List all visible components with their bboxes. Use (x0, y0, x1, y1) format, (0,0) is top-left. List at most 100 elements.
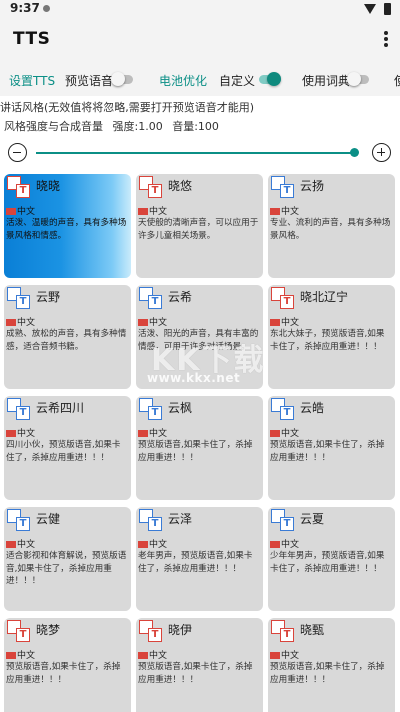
voice-description: 少年年男声，预览版语音,如果卡住了，杀掉应用重进！！！ (270, 551, 385, 574)
china-flag-icon (138, 541, 148, 548)
voice-language: 中文 (6, 426, 35, 439)
voice-grid: T 晓晓 中文 活泼、温暖的声音，具有多种场景风格和情感。 T 晓悠 中文 天使般的清晰声音，… (0, 174, 400, 712)
increase-icon[interactable] (372, 143, 391, 162)
voice-language-label: 中文 (149, 651, 168, 661)
voice-card[interactable]: T 云健中文 适合影视和体育解说，预览版语音,如果卡住了，杀掉应用重进！！！ (4, 507, 131, 611)
china-flag-icon (6, 430, 16, 437)
voice-description: 老年男声，预览版语音,如果卡住了，杀掉应用重进！！！ (138, 551, 253, 574)
voice-name: 晓甄 (300, 623, 325, 637)
voice-card[interactable]: T 云枫 中文 预览版语音,如果卡住了，杀掉应用重进！！！ (136, 396, 263, 500)
preview-voice-switch[interactable] (111, 72, 133, 86)
voice-language: 中文 (138, 648, 167, 661)
voice-card[interactable]: T 晓甄 中文 预览版语音,如果卡住了，杀掉应用重进！！！ (268, 618, 395, 712)
china-flag-icon (270, 319, 280, 326)
text-to-speech-icon: T (7, 176, 33, 200)
voice-language-label: 中文 (17, 207, 36, 217)
tab-custom[interactable]: 自定义 (219, 72, 255, 89)
status-bar: 9:37 (0, 0, 400, 18)
voice-card[interactable]: T 云野 中文 成熟、放松的声音，具有多种情感，适合音频书籍。 (4, 285, 131, 389)
voice-language-label: 中文 (149, 540, 168, 550)
voice-language-label: 中文 (17, 651, 36, 661)
voice-card[interactable]: T 晓悠 中文 天使般的清晰声音，可以应用于许多儿童相关场景。 (136, 174, 263, 278)
voice-language-label: 中文 (149, 318, 168, 328)
voice-name: 云野 (36, 290, 61, 304)
strength-slider[interactable] (0, 138, 400, 168)
tab-more[interactable]: 使 (394, 72, 400, 89)
voice-language: 中文 (6, 204, 35, 217)
voice-description: 预览版语音,如果卡住了，杀掉应用重进！！！ (138, 440, 253, 463)
china-flag-icon (138, 652, 148, 659)
voice-language: 中文 (138, 204, 167, 217)
dictionary-switch[interactable] (347, 72, 369, 86)
text-to-speech-icon: T (139, 176, 165, 200)
china-flag-icon (138, 208, 148, 215)
china-flag-icon (6, 541, 16, 548)
voice-language: 中文 (270, 315, 299, 328)
voice-card[interactable]: T 晓晓中文 活泼、温暖的声音，具有多种场景风格和情感。 (4, 174, 131, 278)
overflow-menu-icon[interactable] (384, 31, 388, 47)
china-flag-icon (6, 319, 16, 326)
voice-description: 适合影视和体育解说，预览版语音,如果卡住了，杀掉应用重进！！！ (6, 551, 127, 586)
app-bar: TTS (0, 18, 400, 62)
tab-use-dictionary[interactable]: 使用词典 (302, 72, 350, 89)
tab-settings-tts[interactable]: 设置TTS (9, 72, 55, 89)
voice-name: 云夏 (300, 512, 325, 526)
voice-language-label: 中文 (17, 429, 36, 439)
voice-card[interactable]: T 晓梦 中文 预览版语音,如果卡住了，杀掉应用重进！！！ (4, 618, 131, 712)
tab-preview-voice[interactable]: 预览语音 (65, 72, 113, 89)
voice-language-label: 中文 (281, 318, 300, 328)
text-to-speech-icon: T (7, 509, 33, 533)
voice-description: 活泼、温暖的声音，具有多种场景风格和情感。 (6, 218, 127, 241)
text-to-speech-icon: T (139, 509, 165, 533)
text-to-speech-icon: T (271, 287, 297, 311)
voice-name: 云健 (36, 512, 61, 526)
voice-card[interactable]: T 云希四川 中文 四川小伙，预览版语音,如果卡住了，杀掉应用重进！！！ (4, 396, 131, 500)
voice-description: 预览版语音,如果卡住了，杀掉应用重进！！！ (138, 662, 253, 685)
voice-language: 中文 (270, 537, 299, 550)
voice-card[interactable]: T 晓北辽宁中文 东北大妹子，预览版语音,如果卡住了，杀掉应用重进！！！ (268, 285, 395, 389)
decrease-icon[interactable] (8, 143, 27, 162)
style-strength-label: 风格强度与合成音量 (4, 120, 103, 133)
strength-value: 强度:1.00 (112, 120, 163, 133)
voice-description: 东北大妹子，预览版语音,如果卡住了，杀掉应用重进！！！ (270, 329, 385, 352)
voice-name: 晓北辽宁 (300, 290, 349, 304)
voice-description: 预览版语音,如果卡住了，杀掉应用重进！！！ (270, 440, 385, 463)
speaking-style-label[interactable]: 讲话风格(无效值将将忽略,需要打开预览语音才能用) (0, 99, 254, 115)
china-flag-icon (138, 430, 148, 437)
voice-language-label: 中文 (17, 540, 36, 550)
voice-language: 中文 (6, 537, 35, 550)
voice-language-label: 中文 (281, 207, 300, 217)
voice-card[interactable]: T 云希中文 活泼、阳光的声音，具有丰富的情感，可用于许多对话场景。 (136, 285, 263, 389)
voice-card[interactable]: T 云扬 中文 专业、流利的声音，具有多种场景风格。 (268, 174, 395, 278)
tab-battery-optimization[interactable]: 电池优化 (159, 72, 207, 89)
voice-description: 天使般的清晰声音，可以应用于许多儿童相关场景。 (138, 218, 259, 241)
voice-language: 中文 (270, 648, 299, 661)
slider-track[interactable] (36, 152, 358, 154)
voice-name: 云希四川 (36, 401, 85, 415)
settings-tab-strip[interactable]: 设置TTS 预览语音 电池优化 自定义 使用词典 使 (0, 62, 400, 96)
text-to-speech-icon: T (7, 398, 33, 422)
voice-description: 活泼、阳光的声音，具有丰富的情感，可用于许多对话场景。 (138, 329, 259, 352)
text-to-speech-icon: T (7, 287, 33, 311)
voice-card[interactable]: T 云夏 中文 少年年男声，预览版语音,如果卡住了，杀掉应用重进！！！ (268, 507, 395, 611)
notification-dot-icon (43, 5, 50, 12)
volume-value: 音量:100 (172, 120, 219, 133)
china-flag-icon (270, 430, 280, 437)
voice-card[interactable]: T 云皓 中文 预览版语音,如果卡住了，杀掉应用重进！！！ (268, 396, 395, 500)
style-strength-row: 风格强度与合成音量 强度:1.00 音量:100 (4, 118, 225, 134)
voice-name: 晓伊 (168, 623, 193, 637)
voice-language-label: 中文 (149, 207, 168, 217)
slider-thumb[interactable] (350, 148, 360, 157)
voice-name: 晓晓 (36, 179, 61, 193)
china-flag-icon (270, 541, 280, 548)
text-to-speech-icon: T (139, 287, 165, 311)
text-to-speech-icon: T (139, 398, 165, 422)
text-to-speech-icon: T (271, 398, 297, 422)
voice-card[interactable]: T 云泽 中文 老年男声，预览版语音,如果卡住了，杀掉应用重进！！！ (136, 507, 263, 611)
text-to-speech-icon: T (139, 620, 165, 644)
voice-description: 专业、流利的声音，具有多种场景风格。 (270, 218, 391, 241)
custom-switch[interactable] (259, 72, 281, 86)
voice-card[interactable]: T 晓伊中文 预览版语音,如果卡住了，杀掉应用重进！！！ (136, 618, 263, 712)
voice-name: 云希 (168, 290, 193, 304)
voice-language: 中文 (138, 426, 167, 439)
